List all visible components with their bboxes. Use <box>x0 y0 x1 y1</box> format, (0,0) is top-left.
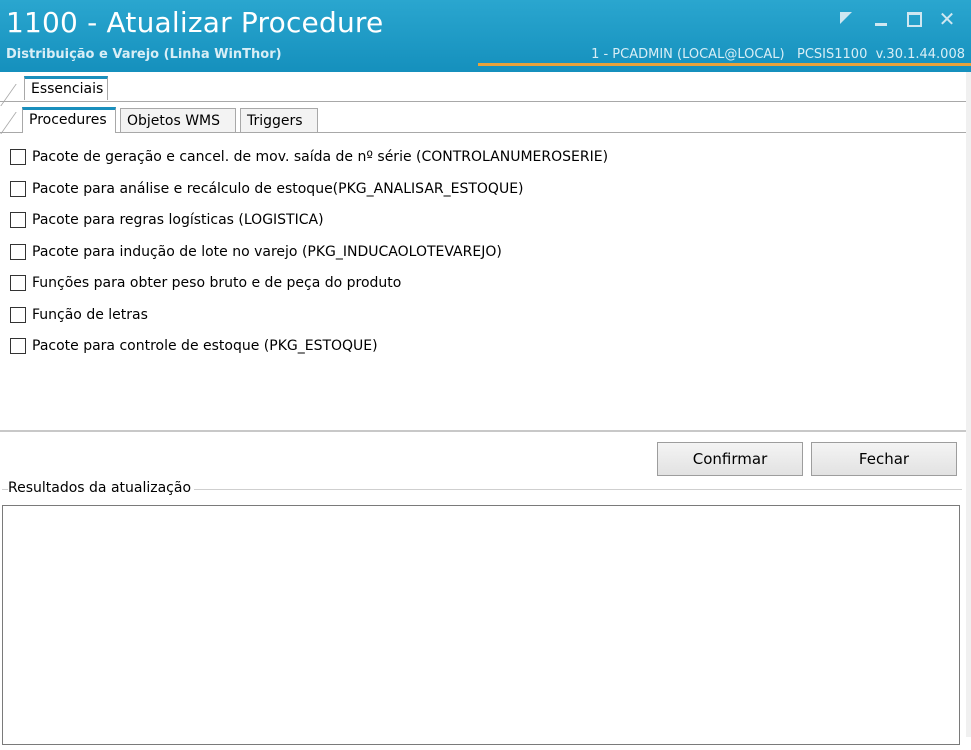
results-label: Resultados da atualização <box>8 480 195 496</box>
procedure-label: Funções para obter peso bruto e de peça … <box>32 275 402 291</box>
procedure-item-pkg-estoque[interactable]: Pacote para controle de estoque (PKG_EST… <box>10 335 608 367</box>
close-button[interactable]: Fechar <box>811 442 957 476</box>
procedure-label: Pacote para controle de estoque (PKG_EST… <box>32 338 378 354</box>
procedure-item-logistica[interactable]: Pacote para regras logísticas (LOGISTICA… <box>10 209 608 241</box>
user-info: 1 - PCADMIN (LOCAL@LOCAL) PCSIS1100 v.30… <box>591 47 965 62</box>
close-icon[interactable]: ✕ <box>938 9 956 29</box>
checkbox[interactable] <box>10 338 26 354</box>
results-textarea[interactable] <box>2 505 960 745</box>
checkbox[interactable] <box>10 243 26 260</box>
confirm-button[interactable]: Confirmar <box>657 442 803 476</box>
procedure-label: Pacote de geração e cancel. de mov. saíd… <box>32 149 609 165</box>
procedure-checklist: Pacote de geração e cancel. de mov. saíd… <box>10 146 608 367</box>
title-accent-line <box>478 63 971 66</box>
procedure-item-funcao-letras[interactable]: Função de letras <box>10 304 608 336</box>
window-subtitle: Distribuição e Varejo (Linha WinThor) <box>6 47 282 62</box>
checkbox[interactable] <box>10 212 26 228</box>
procedure-label: Função de letras <box>32 306 148 323</box>
section-divider <box>0 430 966 432</box>
window-edge <box>966 72 971 737</box>
title-bar: 1100 - Atualizar Procedure Distribuição … <box>0 0 971 72</box>
minimize-icon[interactable] <box>872 10 890 28</box>
tab-objetos-wms[interactable]: Objetos WMS <box>120 108 236 132</box>
procedure-label: Pacote para indução de lote no varejo (P… <box>32 243 502 260</box>
window-title: 1100 - Atualizar Procedure <box>6 6 384 39</box>
checkbox[interactable] <box>10 149 26 165</box>
checkbox[interactable] <box>10 306 26 323</box>
procedure-label: Pacote para análise e recálculo de estoq… <box>32 180 524 197</box>
procedure-item-controlanumeroserie[interactable]: Pacote de geração e cancel. de mov. saíd… <box>10 146 608 178</box>
tab-row-line <box>0 101 966 102</box>
restore-icon[interactable] <box>838 10 856 28</box>
procedure-item-pkg-analisar-estoque[interactable]: Pacote para análise e recálculo de estoq… <box>10 178 608 210</box>
checkbox[interactable] <box>10 180 26 197</box>
procedure-item-peso-bruto[interactable]: Funções para obter peso bruto e de peça … <box>10 272 608 304</box>
tab-triggers[interactable]: Triggers <box>240 108 318 132</box>
maximize-icon[interactable] <box>905 10 923 28</box>
tab-essenciais[interactable]: Essenciais <box>24 76 108 100</box>
procedure-label: Pacote para regras logísticas (LOGISTICA… <box>32 212 324 228</box>
procedure-item-pkg-inducaolotevarejo[interactable]: Pacote para indução de lote no varejo (P… <box>10 241 608 273</box>
active-tab-gap <box>23 132 115 133</box>
checkbox[interactable] <box>10 275 26 291</box>
subtab-row-line <box>0 132 966 133</box>
tab-procedures[interactable]: Procedures <box>22 107 116 133</box>
